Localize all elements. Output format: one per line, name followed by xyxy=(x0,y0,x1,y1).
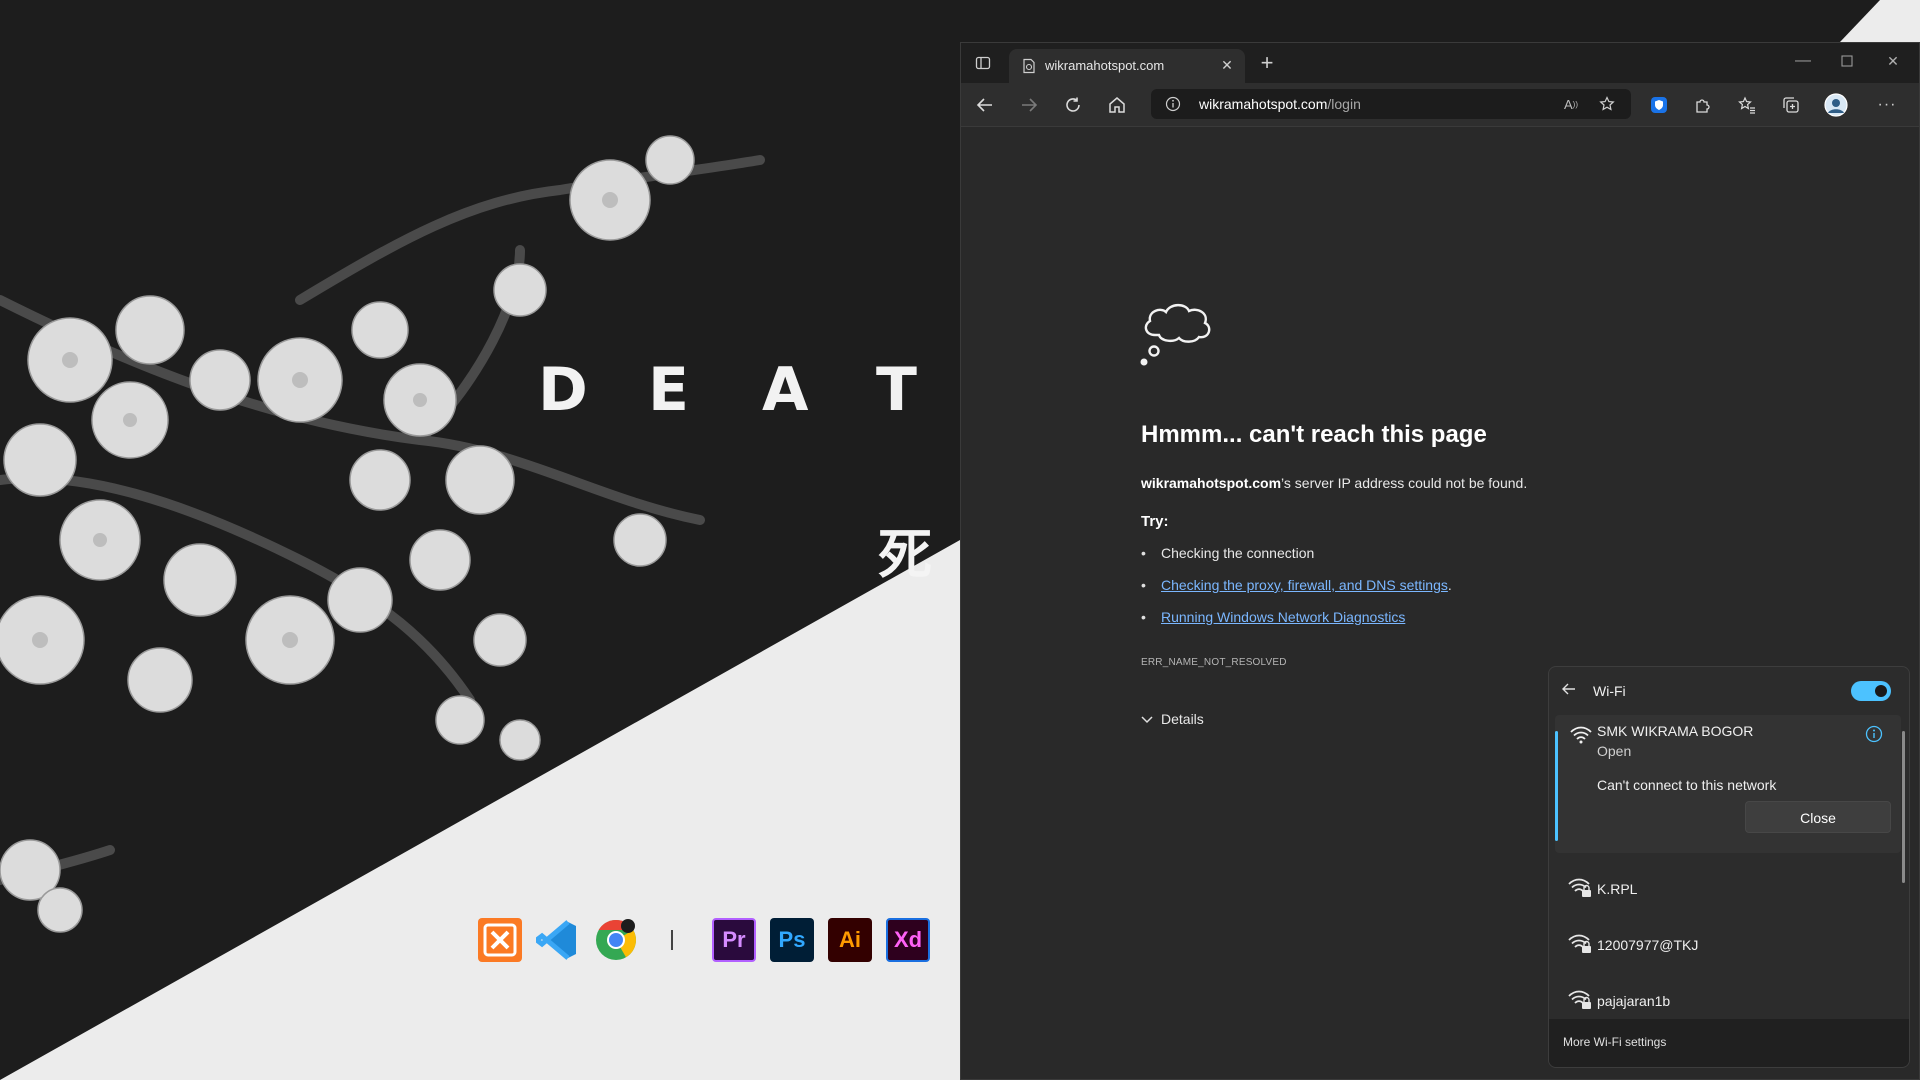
error-host: wikramahotspot.com xyxy=(1141,475,1282,491)
wifi-header: Wi-Fi xyxy=(1549,667,1909,715)
navigation-toolbar: wikramahotspot.com/login A)) ··· xyxy=(961,83,1919,127)
network-ssid: K.RPL xyxy=(1597,881,1638,897)
wifi-network-item[interactable]: K.RPL xyxy=(1549,863,1909,913)
proxy-firewall-dns-link[interactable]: Checking the proxy, firewall, and DNS se… xyxy=(1161,577,1448,593)
network-ssid: 12007977@TKJ xyxy=(1597,937,1699,953)
favorites-icon xyxy=(1738,96,1755,114)
wifi-network-item[interactable]: 12007977@TKJ xyxy=(1549,919,1909,969)
more-wifi-settings-link[interactable]: More Wi-Fi settings xyxy=(1563,1035,1666,1049)
back-arrow-icon xyxy=(1562,683,1575,695)
tab-close-icon[interactable]: ✕ xyxy=(1217,55,1237,75)
maximize-icon xyxy=(1841,55,1853,67)
toggle-knob xyxy=(1875,685,1887,697)
suggestion-item: Checking the proxy, firewall, and DNS se… xyxy=(1141,576,1452,608)
suggestion-suffix: . xyxy=(1447,577,1452,593)
read-aloud-button[interactable]: A)) xyxy=(1561,94,1581,114)
home-icon xyxy=(1109,97,1125,113)
wifi-secured-icon xyxy=(1568,878,1591,897)
details-toggle[interactable]: Details xyxy=(1141,711,1204,727)
shield-extension-icon xyxy=(1651,97,1667,113)
photoshop-icon[interactable]: Ps xyxy=(770,918,814,962)
vscode-icon[interactable] xyxy=(536,918,580,962)
thought-bubble-icon xyxy=(1140,303,1211,366)
suggestion-list: Checking the connection Checking the pro… xyxy=(1141,544,1452,640)
xd-icon[interactable]: Xd xyxy=(886,918,930,962)
error-description: wikramahotspot.com’s server IP address c… xyxy=(1141,475,1527,491)
minimize-button[interactable]: — xyxy=(1793,51,1813,71)
network-error-message: Can't connect to this network xyxy=(1597,777,1777,793)
close-button[interactable]: Close xyxy=(1745,801,1891,833)
selection-accent xyxy=(1555,731,1558,841)
address-url: wikramahotspot.com/login xyxy=(1199,96,1361,112)
wifi-back-button[interactable] xyxy=(1561,681,1581,701)
forward-arrow-icon xyxy=(1022,98,1038,112)
details-label: Details xyxy=(1161,711,1204,727)
new-tab-button[interactable]: + xyxy=(1255,50,1279,75)
wallpaper-kanji: 死 xyxy=(878,523,932,586)
wifi-signal-icon xyxy=(1570,726,1592,744)
star-add-icon xyxy=(1599,96,1615,111)
wallpaper-letter: A xyxy=(762,355,809,425)
dock-separator xyxy=(671,930,673,950)
wifi-network-selected[interactable]: SMK WIKRAMA BOGOR Open Can't connect to … xyxy=(1555,715,1901,853)
home-button[interactable] xyxy=(1105,93,1129,117)
network-ssid: pajajaran1b xyxy=(1597,993,1671,1009)
profile-avatar[interactable] xyxy=(1823,92,1849,118)
error-heading: Hmmm... can't reach this page xyxy=(1141,421,1487,448)
wifi-network-item[interactable]: pajajaran1b xyxy=(1549,975,1909,1025)
address-path: /login xyxy=(1327,96,1361,112)
network-diagnostics-link[interactable]: Running Windows Network Diagnostics xyxy=(1161,609,1405,625)
chevron-down-icon xyxy=(1141,711,1153,727)
puzzle-icon xyxy=(1696,99,1710,113)
wifi-title: Wi-Fi xyxy=(1593,683,1626,699)
wifi-flyout: Wi-Fi SMK WIKRAMA BOGOR Open Can't conne… xyxy=(1548,666,1910,1068)
back-arrow-icon xyxy=(976,98,992,112)
tab-actions-icon xyxy=(975,56,991,70)
wifi-secured-icon xyxy=(1568,990,1591,1009)
suggestion-item: Checking the connection xyxy=(1141,544,1452,576)
extensions-button[interactable] xyxy=(1691,93,1715,117)
window-close-button[interactable]: ✕ xyxy=(1883,51,1903,71)
favorites-button[interactable] xyxy=(1735,93,1759,117)
wallpaper-letter: E xyxy=(648,355,689,425)
collections-button[interactable] xyxy=(1779,93,1803,117)
wifi-toggle[interactable] xyxy=(1851,681,1891,701)
avatar-icon xyxy=(1824,93,1848,117)
premiere-icon[interactable]: Pr xyxy=(712,918,756,962)
settings-more-button[interactable]: ··· xyxy=(1875,93,1899,117)
tab-bar: wikramahotspot.com ✕ + — ✕ xyxy=(961,43,1919,83)
try-label: Try: xyxy=(1141,513,1169,530)
site-info-icon[interactable] xyxy=(1165,96,1181,112)
xampp-icon[interactable] xyxy=(478,918,522,962)
suggestion-text: Checking the connection xyxy=(1161,545,1315,561)
wallpaper-letter: D xyxy=(538,355,588,425)
network-ssid: SMK WIKRAMA BOGOR xyxy=(1597,723,1754,739)
network-status: Open xyxy=(1597,743,1632,759)
wallpaper-letter: T xyxy=(876,355,917,425)
illustrator-icon[interactable]: Ai xyxy=(828,918,872,962)
collections-icon xyxy=(1783,97,1799,113)
suggestion-item: Running Windows Network Diagnostics xyxy=(1141,608,1452,640)
add-favorite-button[interactable] xyxy=(1597,94,1617,114)
tab-active[interactable]: wikramahotspot.com ✕ xyxy=(1009,49,1245,83)
shield-extension-button[interactable] xyxy=(1647,93,1671,117)
tab-title: wikramahotspot.com xyxy=(1045,58,1165,73)
error-description-text: ’s server IP address could not be found. xyxy=(1281,475,1528,491)
address-host: wikramahotspot.com xyxy=(1199,96,1328,112)
maximize-button[interactable] xyxy=(1837,51,1857,71)
tab-actions-button[interactable] xyxy=(973,53,993,73)
network-info-icon[interactable] xyxy=(1865,725,1883,743)
back-button[interactable] xyxy=(973,93,997,117)
page-error-icon xyxy=(1023,58,1035,74)
wifi-list-scrollbar[interactable] xyxy=(1902,731,1905,883)
refresh-icon xyxy=(1066,97,1080,112)
forward-button[interactable] xyxy=(1017,93,1041,117)
chrome-icon[interactable] xyxy=(594,918,638,962)
error-code: ERR_NAME_NOT_RESOLVED xyxy=(1141,657,1287,668)
refresh-button[interactable] xyxy=(1061,93,1085,117)
wifi-secured-icon xyxy=(1568,934,1591,953)
address-bar[interactable]: wikramahotspot.com/login A)) xyxy=(1151,89,1631,119)
wifi-footer: More Wi-Fi settings xyxy=(1549,1019,1909,1067)
